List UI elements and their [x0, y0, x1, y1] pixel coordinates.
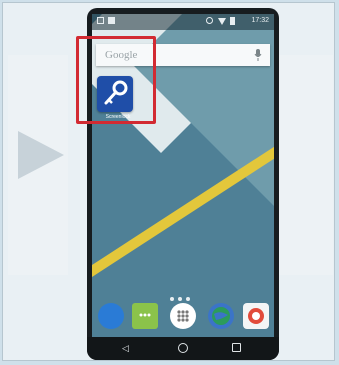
page-dot	[178, 297, 182, 301]
page-dot	[170, 297, 174, 301]
block-icon	[206, 17, 213, 24]
recents-button[interactable]	[232, 343, 241, 352]
apps-drawer-icon[interactable]	[170, 303, 196, 329]
mic-icon[interactable]	[254, 49, 262, 61]
background-panel-right	[278, 55, 333, 275]
chat-bubble-icon	[139, 313, 151, 317]
phone-icon[interactable]	[98, 303, 124, 329]
battery-icon	[230, 17, 235, 25]
globe-icon	[212, 307, 230, 325]
messaging-icon[interactable]	[132, 303, 158, 329]
wifi-icon	[218, 18, 226, 25]
status-bar: 17:32	[92, 14, 274, 30]
page-indicator	[170, 288, 196, 301]
grid-dots-icon	[177, 310, 189, 322]
play-arrow-icon	[18, 131, 64, 179]
camera-lens-icon	[248, 308, 264, 324]
navigation-bar: ◁	[87, 337, 279, 360]
highlight-box	[76, 36, 156, 124]
home-button[interactable]	[178, 343, 188, 353]
status-time: 17:32	[251, 17, 269, 24]
page-dot	[186, 297, 190, 301]
back-button[interactable]: ◁	[122, 343, 129, 354]
browser-icon[interactable]	[208, 303, 234, 329]
notification-icon	[97, 17, 104, 24]
camera-icon[interactable]	[243, 303, 269, 329]
notification-icon	[108, 17, 115, 24]
